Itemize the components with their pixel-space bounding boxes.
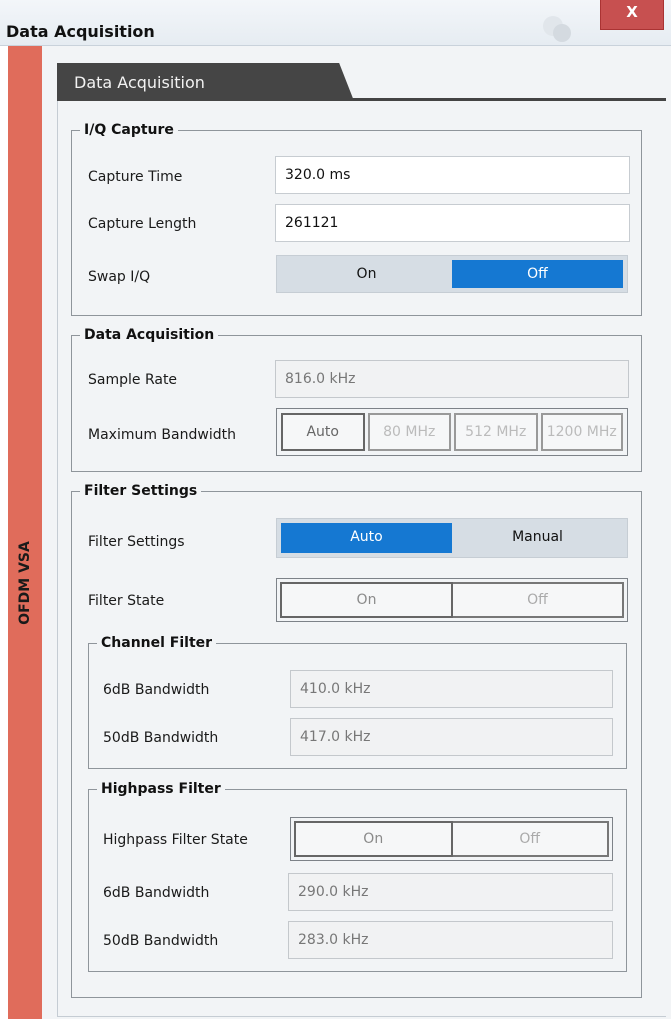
swap-iq-off[interactable]: Off	[452, 260, 623, 288]
channel-50db-label: 50dB Bandwidth	[103, 730, 219, 746]
sidebar-app-tab[interactable]: OFDM VSA	[8, 46, 42, 1019]
title-bar: Data Acquisition X	[0, 0, 671, 46]
highpass-6db-label: 6dB Bandwidth	[103, 885, 210, 901]
sidebar-label: OFDM VSA	[17, 541, 33, 625]
channel-filter-title: Channel Filter	[97, 633, 217, 653]
window-title: Data Acquisition	[6, 22, 155, 41]
highpass-state-toggle: On Off	[290, 817, 613, 861]
highpass-50db-field: 283.0 kHz	[288, 921, 613, 959]
swap-iq-label: Swap I/Q	[88, 269, 151, 285]
sample-rate-field: 816.0 kHz	[275, 360, 629, 398]
highpass-state-label: Highpass Filter State	[103, 832, 248, 848]
iq-capture-title: I/Q Capture	[80, 120, 178, 140]
filter-settings-title: Filter Settings	[80, 481, 202, 501]
filter-state-on: On	[280, 582, 453, 618]
max-bandwidth-label: Maximum Bandwidth	[88, 427, 236, 443]
filter-state-label: Filter State	[88, 593, 165, 609]
capture-length-label: Capture Length	[88, 216, 197, 232]
filter-state-toggle: On Off	[276, 578, 628, 622]
highpass-50db-label: 50dB Bandwidth	[103, 933, 219, 949]
bandwidth-auto-option[interactable]: Auto	[281, 413, 365, 451]
channel-50db-field: 417.0 kHz	[290, 718, 613, 756]
capture-length-input[interactable]: 261121	[275, 204, 630, 242]
close-button[interactable]: X	[600, 0, 664, 30]
bandwidth-80mhz-option[interactable]: 80 MHz	[367, 413, 451, 451]
filter-settings-manual[interactable]: Manual	[452, 523, 623, 553]
highpass-state-on: On	[294, 821, 453, 857]
data-acquisition-title: Data Acquisition	[80, 325, 219, 345]
channel-6db-label: 6dB Bandwidth	[103, 682, 210, 698]
tab-data-acquisition[interactable]: Data Acquisition	[57, 63, 354, 101]
swap-iq-on[interactable]: On	[281, 260, 452, 288]
filter-settings-toggle[interactable]: Auto Manual	[276, 518, 628, 558]
filter-settings-label: Filter Settings	[88, 534, 185, 550]
max-bandwidth-selector[interactable]: Auto 80 MHz 512 MHz 1200 MHz	[276, 408, 628, 456]
highpass-6db-field: 290.0 kHz	[288, 873, 613, 911]
highpass-filter-title: Highpass Filter	[97, 779, 225, 799]
sample-rate-label: Sample Rate	[88, 372, 178, 388]
highpass-state-off: Off	[452, 821, 609, 857]
bandwidth-1200mhz-option[interactable]: 1200 MHz	[540, 413, 623, 451]
filter-state-off: Off	[453, 582, 624, 618]
filter-settings-auto[interactable]: Auto	[281, 523, 452, 553]
swap-iq-toggle[interactable]: On Off	[276, 255, 628, 293]
channel-6db-field: 410.0 kHz	[290, 670, 613, 708]
close-icon: X	[626, 3, 638, 21]
capture-time-input[interactable]: 320.0 ms	[275, 156, 630, 194]
bandwidth-512mhz-option[interactable]: 512 MHz	[454, 413, 538, 451]
app-logo-icon	[537, 14, 577, 42]
capture-time-label: Capture Time	[88, 169, 183, 185]
